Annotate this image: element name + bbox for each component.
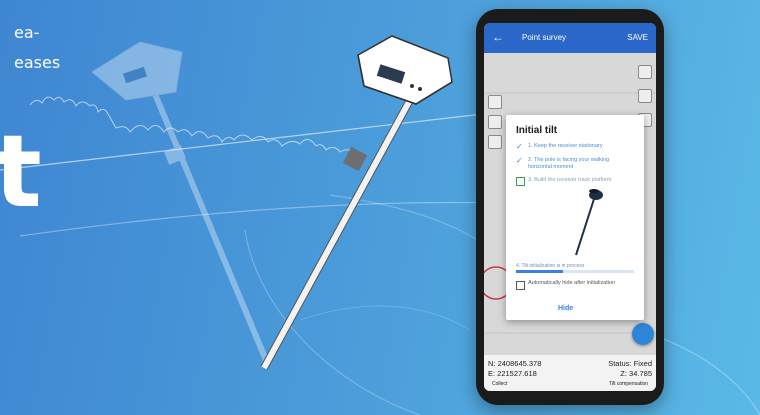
ground-curve: [244, 229, 421, 415]
zoom-icon[interactable]: [488, 115, 502, 129]
hide-button[interactable]: Hide: [558, 305, 573, 312]
status-value: Status: Fixed: [608, 359, 652, 368]
elevation-value: Z: 34.785: [620, 369, 652, 378]
headline-fragment: t: [0, 113, 42, 230]
settings-icon[interactable]: [638, 65, 652, 79]
point-icon[interactable]: [488, 135, 502, 149]
northing-value: N: 2408645.378: [488, 359, 542, 368]
faded-receiver: [91, 41, 271, 367]
tilt-compensation-toggle[interactable]: Tilt compensation: [609, 381, 648, 387]
auto-hide-checkbox[interactable]: [516, 281, 525, 290]
phone-mockup: ← Point survey SAVE Initial tilt ✓ 1. Ke…: [476, 9, 664, 405]
arrow-left-icon[interactable]: ←: [492, 31, 504, 43]
ground-curve: [299, 305, 471, 331]
bottom-bar: Collect Tilt compensation: [484, 379, 656, 391]
marketing-text-line: ea-: [14, 23, 40, 42]
locate-button[interactable]: [632, 323, 654, 345]
marketing-text-line: eases: [14, 53, 61, 72]
initial-tilt-dialog: Initial tilt ✓ 1. Keep the receiver stat…: [506, 115, 644, 320]
progress-caption: 4. Tilt initialization is in process: [516, 263, 585, 269]
gnss-receiver: [260, 35, 453, 370]
tilt-progress-bar: [516, 270, 634, 273]
app-bar-title: Point survey: [522, 33, 567, 42]
auto-hide-label: Automatically hide after initialization: [528, 280, 616, 286]
collect-button[interactable]: Collect: [492, 381, 507, 387]
gps-icon[interactable]: [638, 89, 652, 103]
easting-value: E: 221527.618: [488, 369, 537, 378]
pole-illustration: [575, 189, 603, 256]
phone-screen: ← Point survey SAVE Initial tilt ✓ 1. Ke…: [484, 23, 656, 391]
progress-fill: [516, 270, 564, 273]
save-button[interactable]: SAVE: [627, 33, 648, 42]
horizon-line: [0, 111, 501, 171]
layers-icon[interactable]: [488, 95, 502, 109]
app-bar: ← Point survey SAVE: [484, 23, 656, 53]
